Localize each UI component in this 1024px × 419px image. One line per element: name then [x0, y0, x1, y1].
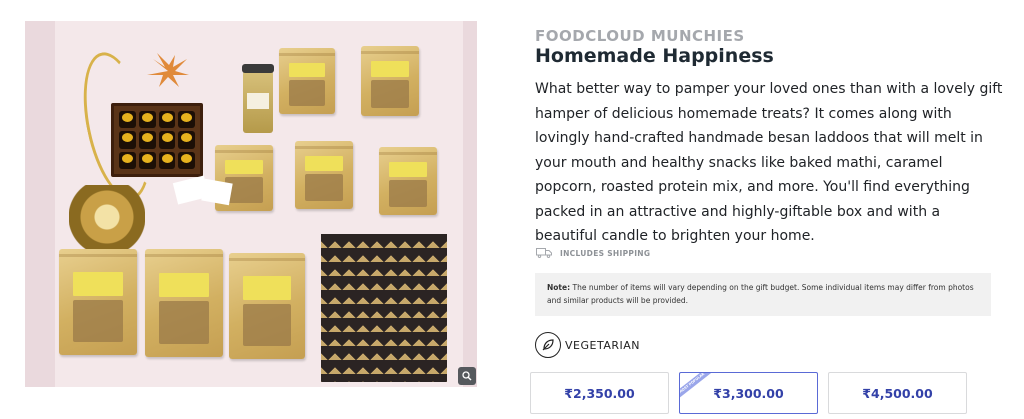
zoom-button[interactable] [458, 367, 476, 385]
magnifier-icon [462, 371, 472, 381]
product-description: What better way to pamper your loved one… [535, 81, 1003, 244]
note-text: The number of items will vary depending … [547, 283, 974, 305]
truck-icon [536, 248, 552, 258]
snack-pouch [279, 48, 335, 114]
snack-jar [242, 64, 274, 133]
price-label: ₹2,350.00 [564, 385, 635, 401]
brand-name: FOODCLOUD MUNCHIES [535, 27, 745, 45]
diet-badge: VEGETARIAN [535, 332, 640, 358]
product-image[interactable] [25, 21, 477, 387]
snack-pouch [59, 249, 137, 355]
shipping-label: INCLUDES SHIPPING [560, 248, 651, 258]
snack-pouch [229, 253, 305, 359]
note-box: Note: The number of items will vary depe… [535, 273, 991, 316]
leaf-icon [535, 332, 561, 358]
snack-pouch [145, 249, 223, 357]
gift-card [201, 178, 233, 206]
product-title: Homemade Happiness [535, 45, 774, 67]
popular-tag: MOST POPULAR [680, 373, 713, 401]
gift-box [321, 234, 447, 382]
price-option-3300[interactable]: MOST POPULAR ₹3,300.00 [679, 372, 818, 414]
laddoo-box [111, 103, 203, 177]
candle-decoration [69, 185, 145, 249]
snack-pouch [295, 141, 353, 209]
shipping-info: INCLUDES SHIPPING [536, 248, 650, 258]
diet-label: VEGETARIAN [565, 338, 640, 352]
price-option-4500[interactable]: ₹4,500.00 [828, 372, 967, 414]
snack-pouch [379, 147, 437, 215]
flower-decoration [147, 53, 189, 87]
price-options: ₹2,350.00 MOST POPULAR ₹3,300.00 ₹4,500.… [530, 372, 967, 414]
price-label: ₹4,500.00 [862, 385, 933, 401]
snack-pouch [361, 46, 419, 116]
price-option-2350[interactable]: ₹2,350.00 [530, 372, 669, 414]
note-label: Note: [547, 283, 571, 292]
price-label: ₹3,300.00 [713, 385, 784, 401]
